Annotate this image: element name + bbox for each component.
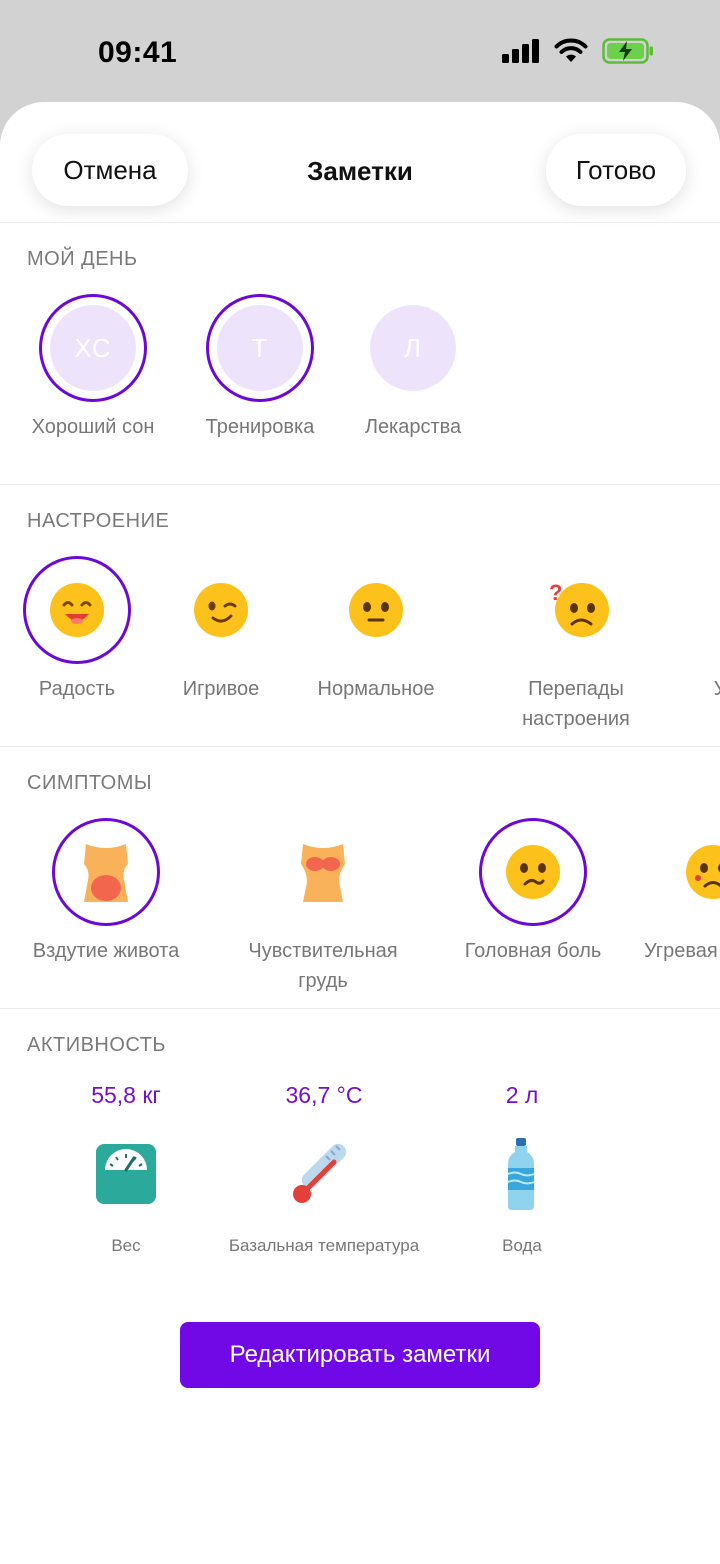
battery-charging-icon xyxy=(602,38,653,64)
edit-notes-button[interactable]: Редактировать заметки xyxy=(180,1322,540,1388)
scale-icon[interactable] xyxy=(96,1144,156,1204)
neutral-face-icon xyxy=(349,583,403,637)
winking-face-icon xyxy=(194,583,248,637)
weight-value[interactable]: 55,8 кг xyxy=(26,1082,226,1109)
my-day-label: Лекарства xyxy=(364,416,462,438)
confused-face-icon: ? xyxy=(549,580,609,637)
done-button[interactable]: Готово xyxy=(546,134,686,206)
symptom-label: Чувствительная грудь xyxy=(248,940,398,992)
notes-sheet: Отмена Заметки Готово МОЙ ДЕНЬ ХС Хороши… xyxy=(0,102,720,1564)
symptom-label: Угревая xyxy=(644,940,718,962)
water-value[interactable]: 2 л xyxy=(422,1082,622,1109)
water-label: Вода xyxy=(502,1236,542,1255)
headache-face-icon xyxy=(506,845,560,899)
status-icons xyxy=(502,38,654,64)
mood-item-normal[interactable]: Нормальное xyxy=(276,556,476,746)
section-divider xyxy=(0,746,720,747)
mood-label: Нормальное xyxy=(317,678,435,700)
header-divider xyxy=(0,222,720,223)
section-title-symptoms: СИМПТОМЫ xyxy=(27,772,153,794)
section-title-activity: АКТИВНОСТЬ xyxy=(27,1034,167,1056)
thermometer-icon[interactable] xyxy=(290,1142,356,1208)
section-divider xyxy=(0,1008,720,1009)
wifi-icon xyxy=(554,38,588,62)
symptom-item-headache[interactable]: Головная боль xyxy=(433,818,633,1008)
workout-badge: Т xyxy=(217,305,303,391)
section-divider xyxy=(0,484,720,485)
symptom-label: Головная боль xyxy=(464,940,602,962)
water-bottle-icon[interactable] xyxy=(506,1138,536,1210)
happy-face-icon xyxy=(50,583,104,637)
temperature-value[interactable]: 36,7 °C xyxy=(224,1082,424,1109)
good-sleep-badge: ХС xyxy=(50,305,136,391)
symptom-item-tender-breast[interactable]: Чувствительная грудь xyxy=(223,818,423,1008)
svg-text:?: ? xyxy=(549,580,562,605)
mood-item-next[interactable]: У xyxy=(620,556,720,746)
cellular-signal-icon xyxy=(502,39,539,63)
my-day-item-medicine[interactable]: Л Лекарства xyxy=(313,294,513,444)
acne-face-icon xyxy=(686,845,720,899)
symptom-item-bloating[interactable]: Вздутие живота xyxy=(6,818,206,1008)
status-time: 09:41 xyxy=(98,36,178,69)
medicine-badge: Л xyxy=(370,305,456,391)
tender-breast-icon xyxy=(301,844,345,902)
symptom-item-acne[interactable]: Угревая xyxy=(613,818,720,1008)
mood-label: У xyxy=(620,674,720,704)
symptom-label: Вздутие живота xyxy=(32,940,180,962)
section-title-my-day: МОЙ ДЕНЬ xyxy=(27,248,138,270)
status-bar: 09:41 xyxy=(0,0,720,100)
section-title-mood: НАСТРОЕНИЕ xyxy=(27,510,170,532)
bloated-belly-icon xyxy=(84,844,128,902)
